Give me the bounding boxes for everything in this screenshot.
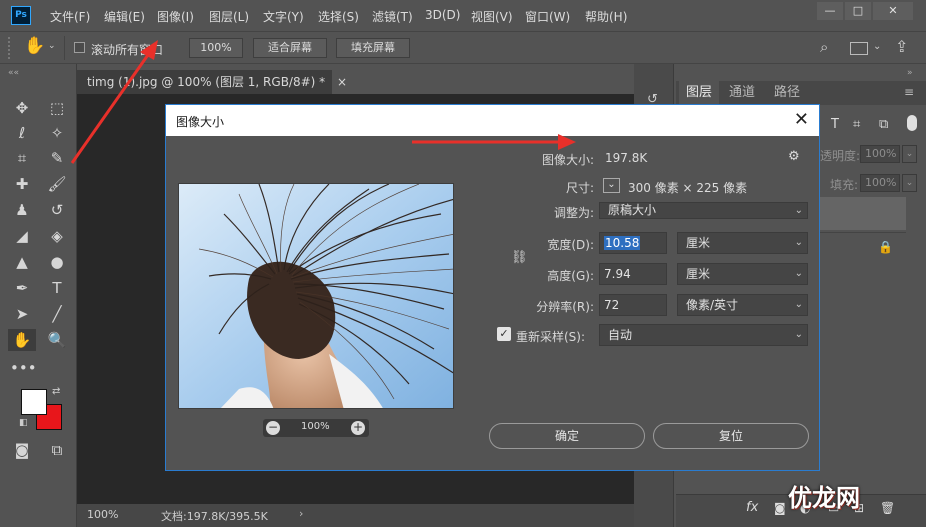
arrow-to-image-size — [412, 134, 576, 150]
arrow-to-image-menu — [70, 40, 158, 164]
watermark: 优龙网 — [788, 483, 860, 512]
annotation-arrows — [70, 40, 576, 164]
